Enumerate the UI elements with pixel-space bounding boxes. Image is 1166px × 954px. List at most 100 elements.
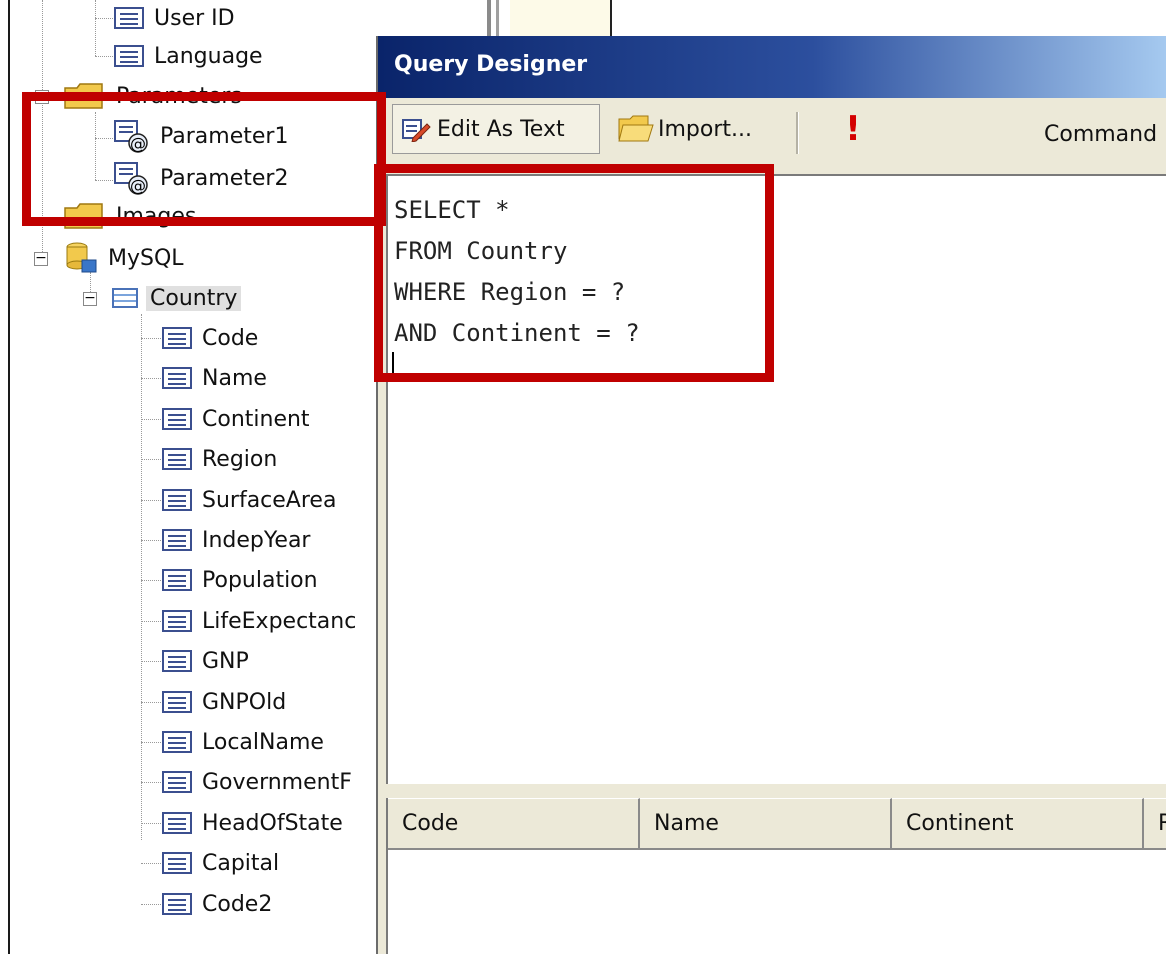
- query-designer-dialog: Query Designer Edit As Text Import... ! …: [376, 36, 1166, 954]
- tree-parameter-node[interactable]: @ Parameter2: [114, 160, 292, 196]
- tree-connector: [95, 56, 113, 57]
- field-icon: [162, 569, 192, 591]
- pane-splitter: [496, 0, 499, 36]
- mysql-expander[interactable]: −: [34, 251, 48, 266]
- tree-field-node[interactable]: Region: [162, 441, 281, 477]
- tree-field-label: Continent: [202, 406, 310, 432]
- parameter-label: Parameter2: [160, 165, 289, 191]
- tree-connector: [95, 18, 113, 19]
- country-expander[interactable]: −: [83, 291, 97, 306]
- tree-field-label: Population: [202, 567, 318, 593]
- toolbar-separator: [796, 112, 799, 154]
- edit-text-icon: [401, 116, 431, 142]
- tree-connector: [141, 904, 161, 905]
- tree-field-node[interactable]: Continent: [162, 401, 314, 437]
- import-button[interactable]: Import...: [614, 104, 784, 154]
- tree-datasource-node[interactable]: MySQL: [64, 240, 188, 276]
- field-icon: [162, 893, 192, 915]
- tree-field-label: Code2: [202, 891, 273, 917]
- tree-field-node[interactable]: Code: [162, 320, 262, 356]
- folder-open-icon: [618, 115, 654, 143]
- tree-connector: [42, 0, 43, 258]
- parameter-label: Parameter1: [160, 123, 289, 149]
- run-query-button[interactable]: !: [838, 104, 868, 154]
- tree-field-label: IndepYear: [202, 527, 311, 553]
- edit-as-text-button[interactable]: Edit As Text: [392, 104, 600, 154]
- dialog-titlebar[interactable]: Query Designer: [378, 36, 1166, 98]
- field-icon: [114, 7, 144, 29]
- tree-field-node[interactable]: GNPOld: [162, 684, 290, 720]
- report-data-tree: User ID Language − Parameters @ Paramete…: [0, 0, 386, 954]
- parameters-expander[interactable]: −: [35, 89, 49, 104]
- tree-field-node[interactable]: Population: [162, 562, 322, 598]
- field-icon: [162, 731, 192, 753]
- query-toolbar: Edit As Text Import... ! Command: [378, 98, 1166, 168]
- command-type-label: Command: [1044, 122, 1158, 147]
- tree-border: [8, 0, 10, 954]
- tree-connector: [141, 540, 161, 541]
- tree-table-node[interactable]: Country: [112, 280, 242, 316]
- column-header[interactable]: Code: [388, 798, 640, 850]
- column-header-label: R: [1158, 811, 1166, 836]
- tree-field-node[interactable]: IndepYear: [162, 522, 314, 558]
- column-header[interactable]: R: [1144, 798, 1166, 850]
- table-label: Country: [146, 285, 242, 311]
- field-icon: [162, 610, 192, 632]
- field-icon: [114, 45, 144, 67]
- column-header-label: Name: [654, 811, 719, 836]
- tree-connector: [95, 112, 96, 180]
- images-folder-label: Images: [116, 203, 197, 229]
- edit-as-text-label: Edit As Text: [437, 116, 565, 142]
- folder-icon: [64, 203, 104, 229]
- column-header[interactable]: Name: [640, 798, 892, 850]
- tree-connector: [141, 419, 161, 420]
- tree-field-label: GNP: [202, 648, 249, 674]
- tree-connector: [141, 314, 142, 840]
- results-splitter[interactable]: [386, 786, 1166, 796]
- tree-field-node[interactable]: GovernmentF: [162, 764, 356, 800]
- tree-connector: [141, 863, 161, 864]
- database-icon: [64, 242, 98, 274]
- tree-parameters-folder[interactable]: Parameters: [64, 78, 246, 114]
- svg-text:@: @: [130, 176, 146, 195]
- tree-connector: [141, 782, 161, 783]
- tree-parameter-node[interactable]: @ Parameter1: [114, 118, 292, 154]
- field-icon: [162, 408, 192, 430]
- sql-text: SELECT * FROM Country WHERE Region = ? A…: [394, 196, 640, 347]
- tree-field-node[interactable]: Capital: [162, 845, 283, 881]
- folder-icon: [64, 83, 104, 109]
- tree-connector: [141, 500, 161, 501]
- tree-field-label: Code: [202, 325, 259, 351]
- field-icon: [162, 852, 192, 874]
- tree-field-node[interactable]: Code2: [162, 886, 276, 922]
- pane-splitter[interactable]: [487, 0, 491, 36]
- tree-field-node[interactable]: HeadOfState: [162, 805, 347, 841]
- tree-field-node[interactable]: LifeExpectanc: [162, 603, 360, 639]
- tree-connector: [141, 378, 161, 379]
- tree-field-node[interactable]: GNP: [162, 643, 253, 679]
- tree-connector: [95, 180, 113, 181]
- tree-field-label: SurfaceArea: [202, 487, 337, 513]
- tree-field-label: HeadOfState: [202, 810, 343, 836]
- field-icon: [162, 327, 192, 349]
- tree-field-node[interactable]: Language: [114, 38, 267, 74]
- tree-field-label: Capital: [202, 850, 280, 876]
- field-icon: [162, 691, 192, 713]
- field-icon: [162, 367, 192, 389]
- tree-field-node[interactable]: LocalName: [162, 724, 328, 760]
- column-header[interactable]: Continent: [892, 798, 1144, 850]
- tree-field-label: GovernmentF: [202, 769, 352, 795]
- tree-field-node[interactable]: SurfaceArea: [162, 482, 340, 518]
- field-icon: [162, 489, 192, 511]
- tree-field-label: GNPOld: [202, 689, 287, 715]
- table-icon: [112, 288, 138, 308]
- background-panel: [510, 0, 612, 36]
- sql-editor[interactable]: SELECT * FROM Country WHERE Region = ? A…: [386, 174, 1166, 784]
- field-icon: [162, 529, 192, 551]
- tree-connector: [141, 823, 161, 824]
- tree-field-node[interactable]: User ID: [114, 0, 239, 36]
- tree-images-folder[interactable]: Images: [64, 198, 200, 234]
- tree-field-label: Name: [202, 365, 267, 391]
- tree-field-node[interactable]: Name: [162, 360, 271, 396]
- field-icon: [162, 812, 192, 834]
